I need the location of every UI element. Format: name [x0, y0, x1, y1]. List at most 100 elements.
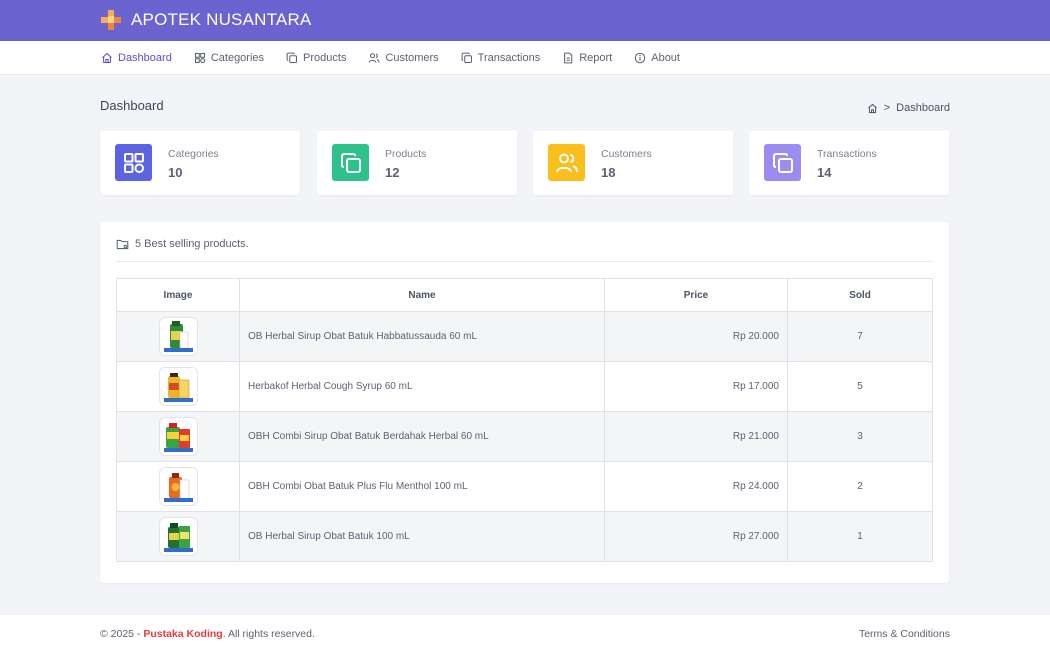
grid-icon	[194, 52, 206, 64]
nav-item-transactions[interactable]: Transactions	[461, 52, 541, 64]
stat-card-categories: Categories 10	[100, 131, 300, 195]
brand-name: APOTEK NUSANTARA	[131, 10, 311, 30]
stat-label: Customers	[601, 148, 652, 160]
table-row: OB Herbal Sirup Obat Batuk Habbatussauda…	[117, 312, 933, 362]
terms-link[interactable]: Terms & Conditions	[859, 628, 950, 640]
page-title: Dashboard	[100, 98, 164, 113]
table-row: Herbakof Herbal Cough Syrup 60 mL Rp 17.…	[117, 362, 933, 412]
panel-title: 5 Best selling products.	[135, 238, 249, 250]
copy-icon	[771, 151, 795, 175]
product-name: OB Herbal Sirup Obat Batuk Habbatussauda…	[240, 312, 605, 362]
copy-icon	[461, 52, 473, 64]
copy-icon	[286, 52, 298, 64]
stat-icon-box	[332, 144, 369, 181]
product-name: OB Herbal Sirup Obat Batuk 100 mL	[240, 512, 605, 562]
product-price: Rp 24.000	[605, 462, 788, 512]
stat-label: Categories	[168, 148, 219, 160]
table-row: OBH Combi Obat Batuk Plus Flu Menthol 10…	[117, 462, 933, 512]
table-header-row: Image Name Price Sold	[117, 279, 933, 312]
stat-label: Transactions	[817, 148, 877, 160]
product-image-cell	[117, 412, 240, 462]
syrup-bottle-icon	[160, 468, 197, 505]
stat-value: 14	[817, 165, 831, 180]
stat-icon-box	[764, 144, 801, 181]
syrup-bottle-icon	[160, 318, 197, 355]
syrup-bottle-icon	[160, 518, 197, 555]
product-price: Rp 21.000	[605, 412, 788, 462]
stat-label: Products	[385, 148, 426, 160]
product-price: Rp 27.000	[605, 512, 788, 562]
home-icon	[101, 52, 113, 64]
stat-value: 10	[168, 165, 182, 180]
nav-bar: Dashboard Categories Products Customers …	[0, 41, 1050, 75]
copyright: © 2025 - Pustaka Koding. All rights rese…	[100, 628, 315, 640]
nav-item-categories[interactable]: Categories	[194, 52, 264, 64]
home-icon[interactable]	[867, 103, 878, 114]
footer-brand-link[interactable]: Pustaka Koding	[143, 628, 222, 640]
product-price: Rp 20.000	[605, 312, 788, 362]
product-name: Herbakof Herbal Cough Syrup 60 mL	[240, 362, 605, 412]
column-header-image: Image	[117, 279, 240, 312]
product-thumbnail	[159, 367, 198, 406]
nav-item-report[interactable]: Report	[562, 52, 612, 64]
brand[interactable]: APOTEK NUSANTARA	[100, 9, 311, 31]
stat-icon-box	[115, 144, 152, 181]
nav-item-about[interactable]: About	[634, 52, 680, 64]
nav-item-label: Transactions	[478, 52, 541, 64]
stat-value: 12	[385, 165, 399, 180]
nav-item-label: Customers	[385, 52, 438, 64]
document-icon	[562, 52, 574, 64]
column-header-name: Name	[240, 279, 605, 312]
product-thumbnail	[159, 417, 198, 456]
product-sold: 3	[788, 412, 933, 462]
info-icon	[634, 52, 646, 64]
breadcrumb-current: Dashboard	[896, 102, 950, 114]
stat-card-products: Products 12	[317, 131, 517, 195]
stat-card-customers: Customers 18	[533, 131, 733, 195]
best-selling-table: Image Name Price Sold OB Herbal Sirup Ob…	[116, 278, 933, 562]
product-thumbnail	[159, 517, 198, 556]
nav-item-label: About	[651, 52, 680, 64]
syrup-bottle-icon	[160, 418, 197, 455]
nav-item-dashboard[interactable]: Dashboard	[101, 52, 172, 64]
breadcrumb: > Dashboard	[867, 102, 950, 114]
stat-icon-box	[548, 144, 585, 181]
product-image-cell	[117, 512, 240, 562]
plus-cross-logo	[100, 9, 122, 31]
product-image-cell	[117, 312, 240, 362]
product-name: OBH Combi Sirup Obat Batuk Berdahak Herb…	[240, 412, 605, 462]
stat-value: 18	[601, 165, 615, 180]
column-header-sold: Sold	[788, 279, 933, 312]
breadcrumb-separator: >	[884, 102, 890, 114]
table-row: OBH Combi Sirup Obat Batuk Berdahak Herb…	[117, 412, 933, 462]
column-header-price: Price	[605, 279, 788, 312]
nav-item-label: Products	[303, 52, 346, 64]
nav-item-products[interactable]: Products	[286, 52, 346, 64]
product-sold: 1	[788, 512, 933, 562]
product-thumbnail	[159, 467, 198, 506]
users-icon	[555, 151, 579, 175]
nav-item-label: Report	[579, 52, 612, 64]
syrup-bottle-icon	[160, 368, 197, 405]
nav-item-label: Categories	[211, 52, 264, 64]
product-thumbnail	[159, 317, 198, 356]
grid-icon	[122, 151, 146, 175]
stat-card-transactions: Transactions 14	[749, 131, 949, 195]
top-bar: APOTEK NUSANTARA	[0, 0, 1050, 41]
product-price: Rp 17.000	[605, 362, 788, 412]
product-image-cell	[117, 362, 240, 412]
copy-icon	[339, 151, 363, 175]
product-sold: 2	[788, 462, 933, 512]
copyright-prefix: © 2025 -	[100, 628, 143, 640]
product-name: OBH Combi Obat Batuk Plus Flu Menthol 10…	[240, 462, 605, 512]
product-image-cell	[117, 462, 240, 512]
product-sold: 5	[788, 362, 933, 412]
users-icon	[368, 52, 380, 64]
folder-icon	[116, 238, 129, 251]
footer: © 2025 - Pustaka Koding. All rights rese…	[0, 614, 1050, 650]
nav-item-customers[interactable]: Customers	[368, 52, 438, 64]
nav-item-label: Dashboard	[118, 52, 172, 64]
panel-header: 5 Best selling products.	[116, 238, 933, 262]
table-row: OB Herbal Sirup Obat Batuk 100 mL Rp 27.…	[117, 512, 933, 562]
product-sold: 7	[788, 312, 933, 362]
